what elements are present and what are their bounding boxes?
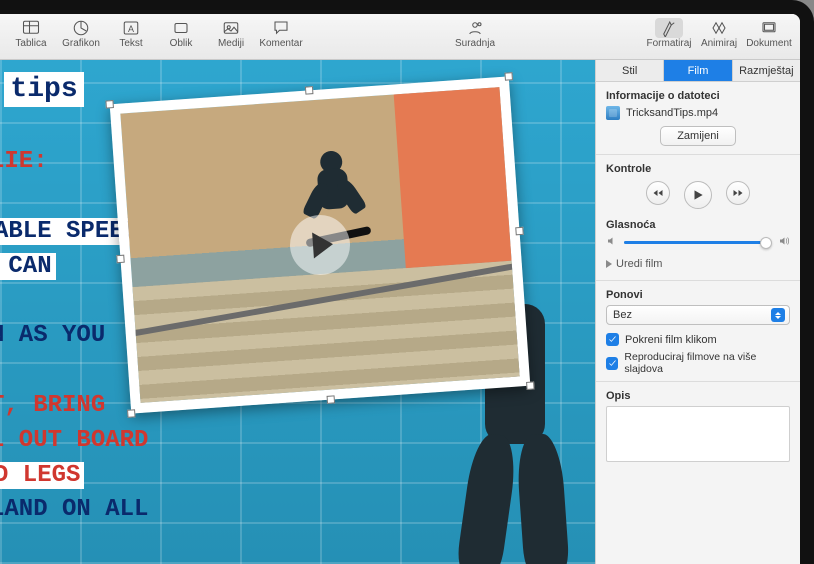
toolbar-label: Oblik (170, 38, 193, 49)
play-button[interactable] (684, 181, 712, 209)
controls-heading: Kontrole (606, 163, 790, 175)
chevron-right-icon (606, 260, 612, 268)
media-icon (219, 18, 243, 38)
fast-forward-button[interactable] (726, 181, 750, 205)
toolbar-collaborate-button[interactable]: Suradnja (450, 18, 500, 49)
table-icon (19, 18, 43, 38)
toolbar-label: Grafikon (62, 38, 100, 49)
toolbar-label: Tekst (119, 38, 142, 49)
movie-file-icon (606, 106, 620, 120)
svg-text:A: A (128, 24, 134, 34)
start-on-click-checkbox[interactable]: Pokreni film klikom (606, 333, 790, 346)
resize-handle-s[interactable] (327, 395, 336, 404)
toolbar-label: Formatiraj (646, 38, 691, 49)
volume-max-icon (778, 235, 790, 250)
file-info-heading: Informacije o datoteci (606, 90, 790, 102)
repeat-select[interactable]: Bez (606, 305, 790, 325)
toolbar-animate-button[interactable]: Animiraj (694, 18, 744, 49)
resize-handle-ne[interactable] (504, 72, 513, 81)
play-across-slides-checkbox[interactable]: Reproduciraj filmove na više slajdova (606, 351, 790, 375)
inspector-tabs: Stil Film Razmještaj (596, 60, 800, 82)
toolbar: Tablica Grafikon A Tekst Oblik Mediji (0, 14, 800, 60)
toolbar-shape-button[interactable]: Oblik (156, 18, 206, 49)
toolbar-format-button[interactable]: Formatiraj (644, 18, 694, 49)
shape-icon (169, 18, 193, 38)
start-on-click-label: Pokreni film klikom (625, 334, 717, 346)
video-object[interactable] (110, 76, 531, 413)
toolbar-label: Suradnja (455, 38, 495, 49)
toolbar-label: Dokument (746, 38, 792, 49)
checkbox-checked-icon (606, 357, 618, 370)
document-icon (757, 18, 781, 38)
format-inspector: Stil Film Razmještaj Informacije o datot… (595, 60, 800, 564)
repeat-value: Bez (613, 309, 632, 321)
volume-slider-thumb[interactable] (760, 237, 772, 249)
edit-movie-disclosure[interactable]: Uredi film (606, 258, 790, 270)
toolbar-table-button[interactable]: Tablica (6, 18, 56, 49)
animate-icon (707, 18, 731, 38)
resize-handle-se[interactable] (526, 381, 535, 390)
tab-style[interactable]: Stil (596, 60, 664, 81)
toolbar-label: Animiraj (701, 38, 737, 49)
tab-movie[interactable]: Film (664, 60, 732, 81)
comment-icon (269, 18, 293, 38)
toolbar-media-button[interactable]: Mediji (206, 18, 256, 49)
collaborate-icon (463, 18, 487, 38)
resize-handle-e[interactable] (515, 227, 524, 236)
tab-arrange[interactable]: Razmještaj (733, 60, 800, 81)
volume-slider[interactable] (624, 241, 772, 244)
resize-handle-n[interactable] (305, 86, 314, 95)
toolbar-label: Mediji (218, 38, 244, 49)
toolbar-text-button[interactable]: A Tekst (106, 18, 156, 49)
volume-heading: Glasnoća (606, 219, 790, 231)
select-stepper-icon (771, 308, 785, 322)
play-across-slides-label: Reproduciraj filmove na više slajdova (624, 351, 790, 375)
toolbar-label: Komentar (259, 38, 302, 49)
replace-button[interactable]: Zamijeni (660, 126, 736, 146)
toolbar-comment-button[interactable]: Komentar (256, 18, 306, 49)
toolbar-label: Tablica (15, 38, 46, 49)
checkbox-checked-icon (606, 333, 619, 346)
volume-min-icon (606, 235, 618, 250)
description-heading: Opis (606, 390, 790, 402)
toolbar-document-button[interactable]: Dokument (744, 18, 794, 49)
resize-handle-nw[interactable] (105, 100, 114, 109)
toolbar-chart-button[interactable]: Grafikon (56, 18, 106, 49)
format-icon (655, 18, 683, 38)
text-icon: A (119, 18, 143, 38)
description-textarea[interactable] (606, 406, 790, 462)
filename-label: TricksandTips.mp4 (626, 107, 718, 119)
repeat-heading: Ponovi (606, 289, 790, 301)
rewind-button[interactable] (646, 181, 670, 205)
slide-canvas[interactable]: tips LIE: ABLE SPEED CAN N AS YOU T, BRI… (0, 60, 595, 564)
edit-movie-label: Uredi film (616, 258, 662, 270)
resize-handle-sw[interactable] (127, 409, 136, 418)
chart-icon (69, 18, 93, 38)
resize-handle-w[interactable] (116, 255, 125, 264)
